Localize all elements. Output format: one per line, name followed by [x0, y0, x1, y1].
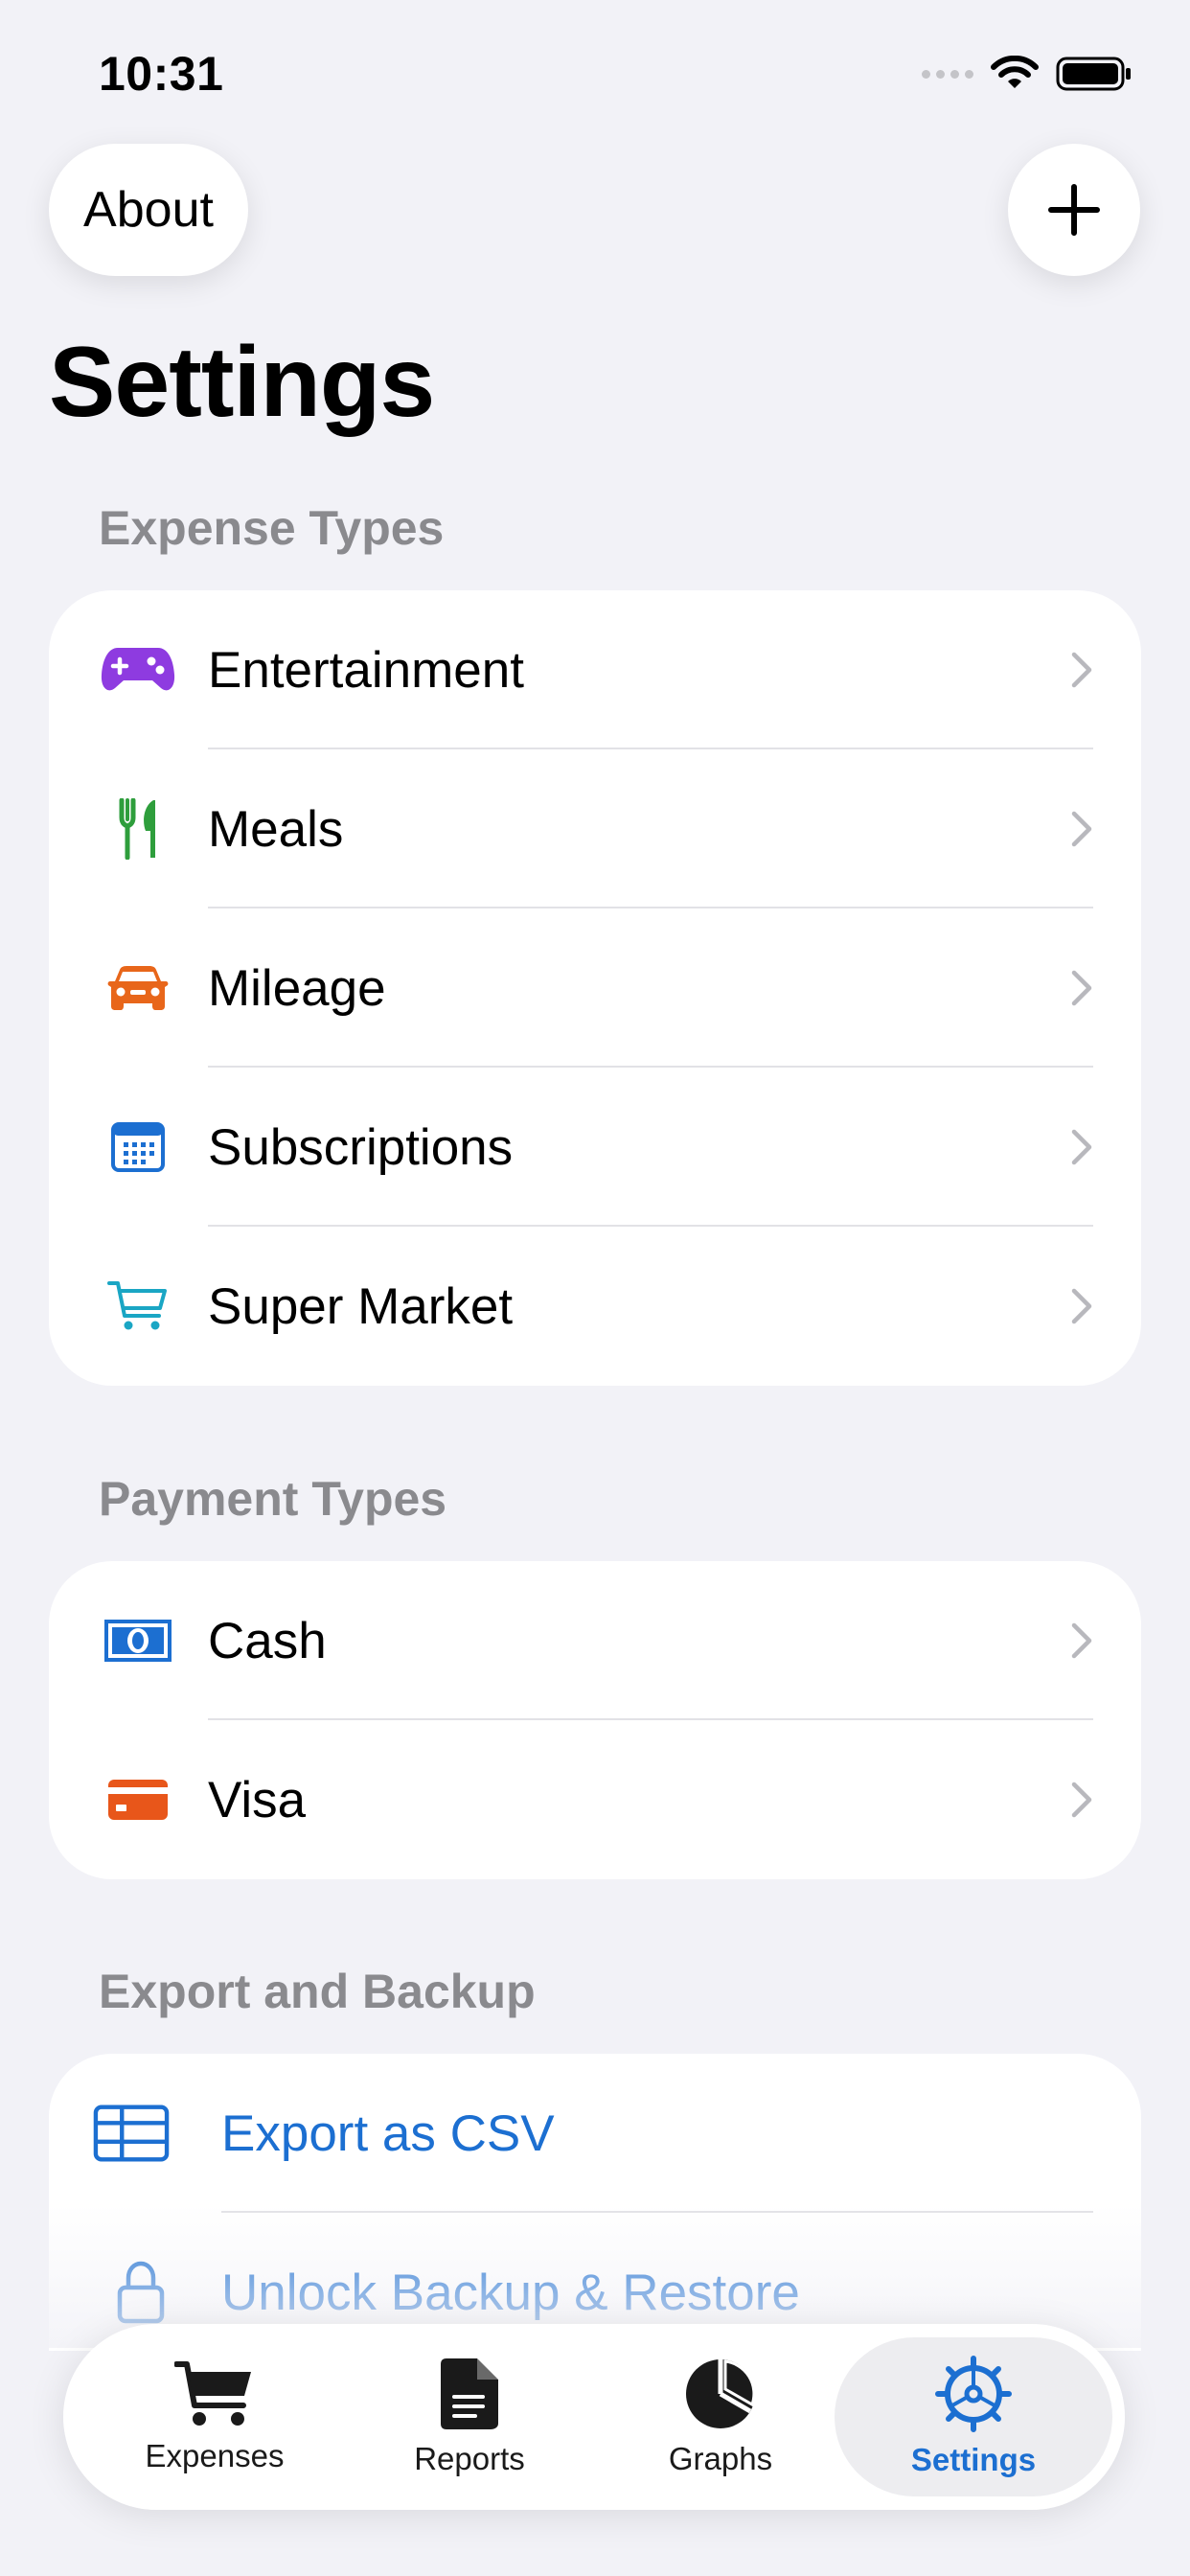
gear-icon [935, 2356, 1012, 2432]
cellular-signal-icon [922, 69, 973, 79]
gamecontroller-icon [100, 632, 176, 708]
add-button[interactable] [1008, 144, 1140, 276]
export-backup-card: Export as CSV Unlock Backup & Restore [49, 2054, 1141, 2351]
battery-icon [1056, 57, 1131, 91]
payment-type-row-visa[interactable]: Visa [49, 1720, 1141, 1879]
table-icon [93, 2095, 170, 2172]
status-bar: 10:31 [0, 0, 1190, 144]
plus-icon [1048, 184, 1100, 236]
expense-type-row-super-market[interactable]: Super Market [49, 1227, 1141, 1386]
tab-settings[interactable]: Settings [835, 2337, 1112, 2496]
about-button[interactable]: About [49, 144, 248, 276]
payment-type-row-cash[interactable]: Cash [49, 1561, 1141, 1720]
chevron-right-icon [1071, 970, 1092, 1006]
expense-type-row-meals[interactable]: Meals [49, 749, 1141, 908]
wifi-icon [991, 56, 1039, 88]
cart-icon [100, 1268, 176, 1345]
row-label: Mileage [208, 959, 386, 1017]
chevron-right-icon [1071, 652, 1092, 688]
section-header-payment-types: Payment Types [99, 1472, 447, 1526]
row-label: Meals [208, 800, 344, 858]
tab-label: Expenses [145, 2438, 285, 2473]
tab-bar: Expenses Reports Graphs Settings [63, 2324, 1125, 2510]
row-label: Subscriptions [208, 1118, 514, 1176]
tab-graphs[interactable]: Graphs [596, 2324, 845, 2510]
section-header-export-backup: Export and Backup [99, 1965, 536, 2018]
tab-expenses[interactable]: Expenses [90, 2324, 339, 2510]
row-label: Cash [208, 1612, 327, 1669]
chevron-right-icon [1071, 1782, 1092, 1818]
cart-icon [174, 2361, 251, 2426]
chevron-right-icon [1071, 1288, 1092, 1324]
page-title: Settings [49, 327, 435, 438]
expense-type-row-entertainment[interactable]: Entertainment [49, 590, 1141, 749]
expense-type-row-mileage[interactable]: Mileage [49, 908, 1141, 1068]
tab-reports[interactable]: Reports [345, 2324, 594, 2510]
chevron-right-icon [1071, 811, 1092, 847]
lock-icon [103, 2254, 179, 2331]
fork-knife-icon [100, 791, 176, 867]
tab-label: Reports [414, 2441, 525, 2476]
row-label: Export as CSV [221, 2104, 555, 2162]
status-time: 10:31 [99, 47, 224, 101]
document-icon [441, 2358, 498, 2429]
payment-types-card: Cash Visa [49, 1561, 1141, 1879]
export-csv-row[interactable]: Export as CSV [49, 2054, 1141, 2213]
row-label: Visa [208, 1771, 307, 1828]
status-indicators [922, 56, 1133, 92]
banknote-icon [100, 1602, 176, 1679]
expense-types-card: Entertainment Meals Mileage Subscription… [49, 590, 1141, 1386]
expense-type-row-subscriptions[interactable]: Subscriptions [49, 1068, 1141, 1227]
car-icon [100, 950, 176, 1026]
creditcard-icon [100, 1761, 176, 1838]
calendar-icon [100, 1109, 176, 1185]
tab-label: Graphs [668, 2441, 773, 2476]
chevron-right-icon [1071, 1129, 1092, 1165]
chart-pie-icon [686, 2359, 756, 2428]
row-label: Unlock Backup & Restore [221, 2264, 800, 2321]
tab-label: Settings [910, 2442, 1037, 2477]
row-label: Super Market [208, 1277, 514, 1335]
chevron-right-icon [1071, 1622, 1092, 1659]
section-header-expense-types: Expense Types [99, 501, 445, 555]
row-label: Entertainment [208, 641, 524, 699]
